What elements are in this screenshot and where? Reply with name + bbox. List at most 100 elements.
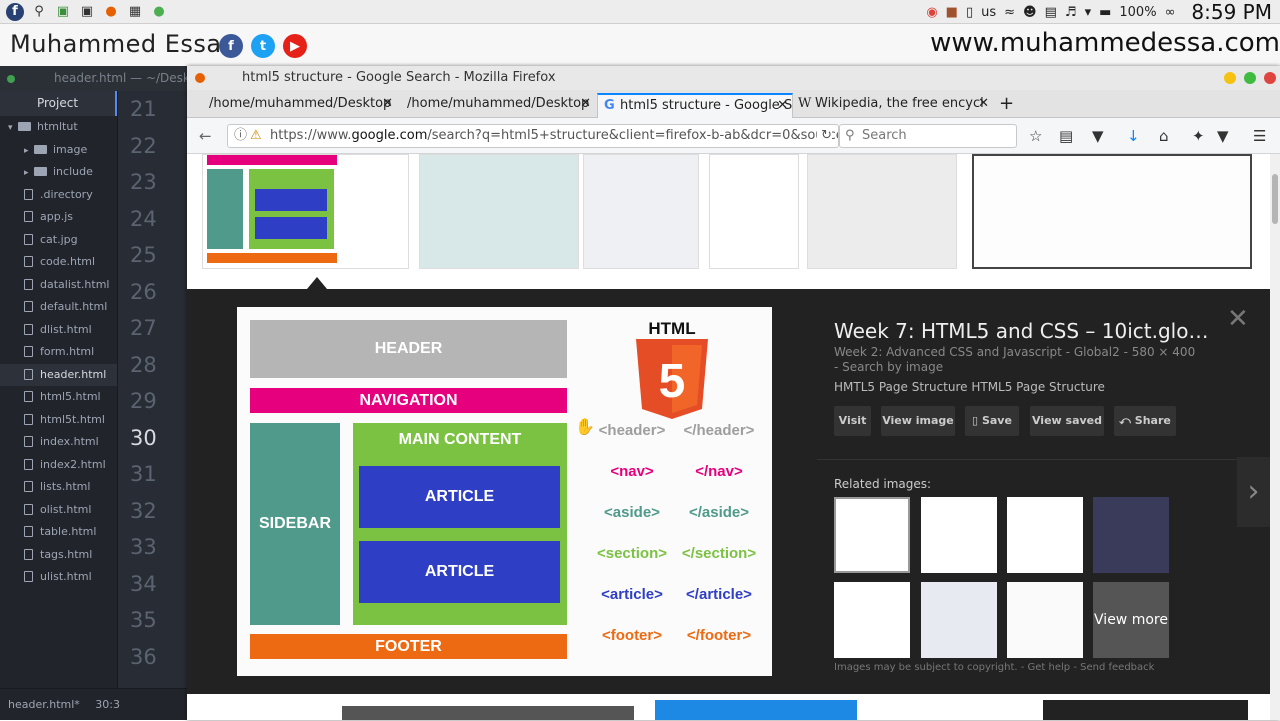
chevron-down-icon[interactable]: ▾: [1085, 5, 1092, 20]
close-tab-icon[interactable]: ✕: [978, 93, 989, 115]
hamburger-menu-icon[interactable]: ☰: [1253, 127, 1266, 145]
tree-file[interactable]: index.html: [0, 431, 117, 454]
tree-file[interactable]: default.html: [0, 296, 117, 319]
tree-file[interactable]: form.html: [0, 341, 117, 364]
tree-file[interactable]: index2.html: [0, 454, 117, 477]
tree-folder[interactable]: ▸ include: [0, 161, 117, 184]
image-source-line[interactable]: Week 2: Advanced CSS and Javascript - Gl…: [834, 345, 1195, 359]
window-button[interactable]: [7, 75, 15, 83]
result-thumbnail[interactable]: [655, 700, 857, 720]
tree-folder[interactable]: ▸ image: [0, 139, 117, 162]
related-image[interactable]: [1093, 497, 1169, 573]
accessibility-icon[interactable]: ☻: [1023, 5, 1037, 20]
tree-file[interactable]: app.js: [0, 206, 117, 229]
reload-icon[interactable]: ↻: [817, 125, 832, 147]
share-button[interactable]: ⤺ Share: [1114, 406, 1176, 436]
related-image[interactable]: [921, 582, 997, 658]
battery-icon[interactable]: ▬: [1099, 5, 1111, 20]
tree-file[interactable]: datalist.html: [0, 274, 117, 297]
tab-1[interactable]: /home/muhammed/Desktop ✕: [187, 93, 397, 118]
related-image[interactable]: [921, 497, 997, 573]
result-thumbnail[interactable]: [807, 154, 957, 269]
new-tab-button[interactable]: +: [995, 93, 1019, 118]
tab-3-active[interactable]: G html5 structure - Google S ✕: [597, 93, 793, 118]
next-image-button[interactable]: ›: [1237, 457, 1270, 527]
view-more-button[interactable]: View more: [1093, 582, 1169, 658]
info-icon[interactable]: ⓘ: [234, 125, 247, 147]
search-bar[interactable]: ⚲ Search: [839, 124, 1017, 148]
view-image-button[interactable]: View image: [881, 406, 955, 436]
tree-file[interactable]: .directory: [0, 184, 117, 207]
result-thumbnail[interactable]: [583, 154, 699, 269]
clipboard-icon[interactable]: ▤: [1045, 5, 1057, 20]
tree-file[interactable]: html5.html: [0, 386, 117, 409]
keyboard-layout[interactable]: us: [981, 5, 996, 20]
volume-icon[interactable]: ♬: [1065, 5, 1077, 20]
image-title-link[interactable]: Week 7: HTML5 and CSS – 10ict.glo…: [834, 319, 1208, 343]
firefox-icon[interactable]: ●: [102, 3, 120, 21]
send-feedback-link[interactable]: Send feedback: [1080, 662, 1154, 673]
usb-icon[interactable]: ▯: [966, 5, 973, 20]
reader-list-icon[interactable]: ▤: [1059, 127, 1073, 145]
search-icon[interactable]: ⚲: [30, 3, 48, 21]
related-image[interactable]: [834, 582, 910, 658]
clock[interactable]: 8:59 PM: [1191, 0, 1272, 24]
overflow-chevron-icon[interactable]: ▼: [1217, 127, 1229, 145]
save-button[interactable]: ▯ Save: [965, 406, 1019, 436]
tree-file[interactable]: lists.html: [0, 476, 117, 499]
close-viewer-icon[interactable]: ✕: [1227, 304, 1249, 334]
result-thumbnail[interactable]: [1043, 700, 1248, 720]
wifi-icon[interactable]: ≈: [1004, 5, 1015, 20]
status-cursor[interactable]: 30:3: [95, 698, 120, 711]
home-icon[interactable]: ⌂: [1159, 127, 1169, 145]
tree-file[interactable]: code.html: [0, 251, 117, 274]
tree-file[interactable]: tags.html: [0, 544, 117, 567]
result-thumbnail[interactable]: [342, 706, 634, 720]
chrome-icon[interactable]: ◉: [926, 5, 937, 20]
preview-image[interactable]: HEADER NAVIGATION SIDEBAR MAIN CONTENT A…: [237, 307, 772, 676]
back-icon[interactable]: ←: [199, 127, 212, 145]
download-icon[interactable]: ↓: [1127, 127, 1140, 145]
close-button[interactable]: [1264, 72, 1276, 84]
close-tab-icon[interactable]: ✕: [777, 95, 788, 117]
related-image[interactable]: [834, 497, 910, 573]
tree-file[interactable]: header.html: [0, 363, 117, 386]
result-thumbnail[interactable]: [419, 154, 579, 269]
pocket-icon[interactable]: ▼: [1092, 127, 1104, 145]
tree-file[interactable]: dlist.html: [0, 319, 117, 342]
page-scrollbar[interactable]: [1270, 154, 1280, 720]
maximize-button[interactable]: [1244, 72, 1256, 84]
fedora-menu-icon[interactable]: f: [6, 2, 24, 21]
bookmark-star-icon[interactable]: ☆: [1029, 127, 1042, 145]
related-image[interactable]: [1007, 497, 1083, 573]
search-by-image-link[interactable]: - Search by image: [834, 360, 943, 374]
scrollbar-thumb[interactable]: [1272, 174, 1278, 224]
visit-button[interactable]: Visit: [834, 406, 871, 436]
atom-icon[interactable]: ●: [150, 3, 168, 21]
app-tray-icon[interactable]: ■: [946, 5, 958, 20]
tab-4[interactable]: W Wikipedia, the free encycl ✕: [793, 93, 993, 118]
tree-file[interactable]: cat.jpg: [0, 229, 117, 252]
tab-2[interactable]: /home/muhammed/Desktop ✕: [385, 93, 595, 118]
result-thumbnail[interactable]: [709, 154, 799, 269]
project-tab[interactable]: Project: [0, 91, 117, 116]
url-bar[interactable]: ⓘ ⚠ https://www.google.com/search?q=html…: [227, 124, 839, 148]
extension-icon[interactable]: ✦: [1192, 127, 1205, 145]
status-file[interactable]: header.html*: [8, 698, 80, 711]
related-image[interactable]: [1007, 582, 1083, 658]
tree-file[interactable]: olist.html: [0, 499, 117, 522]
tree-file[interactable]: ulist.html: [0, 566, 117, 589]
tree-file[interactable]: table.html: [0, 521, 117, 544]
image-viewer-icon[interactable]: ▦: [126, 3, 144, 21]
minimize-button[interactable]: [1224, 72, 1236, 84]
file-manager-icon[interactable]: ▣: [54, 3, 72, 21]
result-thumbnail[interactable]: [972, 154, 1252, 269]
terminal-icon[interactable]: ▣: [78, 3, 96, 21]
result-thumbnail-selected[interactable]: [202, 154, 409, 269]
lock-warning-icon[interactable]: ⚠: [250, 125, 262, 147]
tree-folder[interactable]: ▾ htmltut: [0, 116, 117, 139]
view-saved-button[interactable]: View saved: [1030, 406, 1104, 436]
get-help-link[interactable]: Get help: [1028, 662, 1071, 673]
tree-file[interactable]: html5t.html: [0, 409, 117, 432]
close-tab-icon[interactable]: ✕: [580, 93, 591, 115]
